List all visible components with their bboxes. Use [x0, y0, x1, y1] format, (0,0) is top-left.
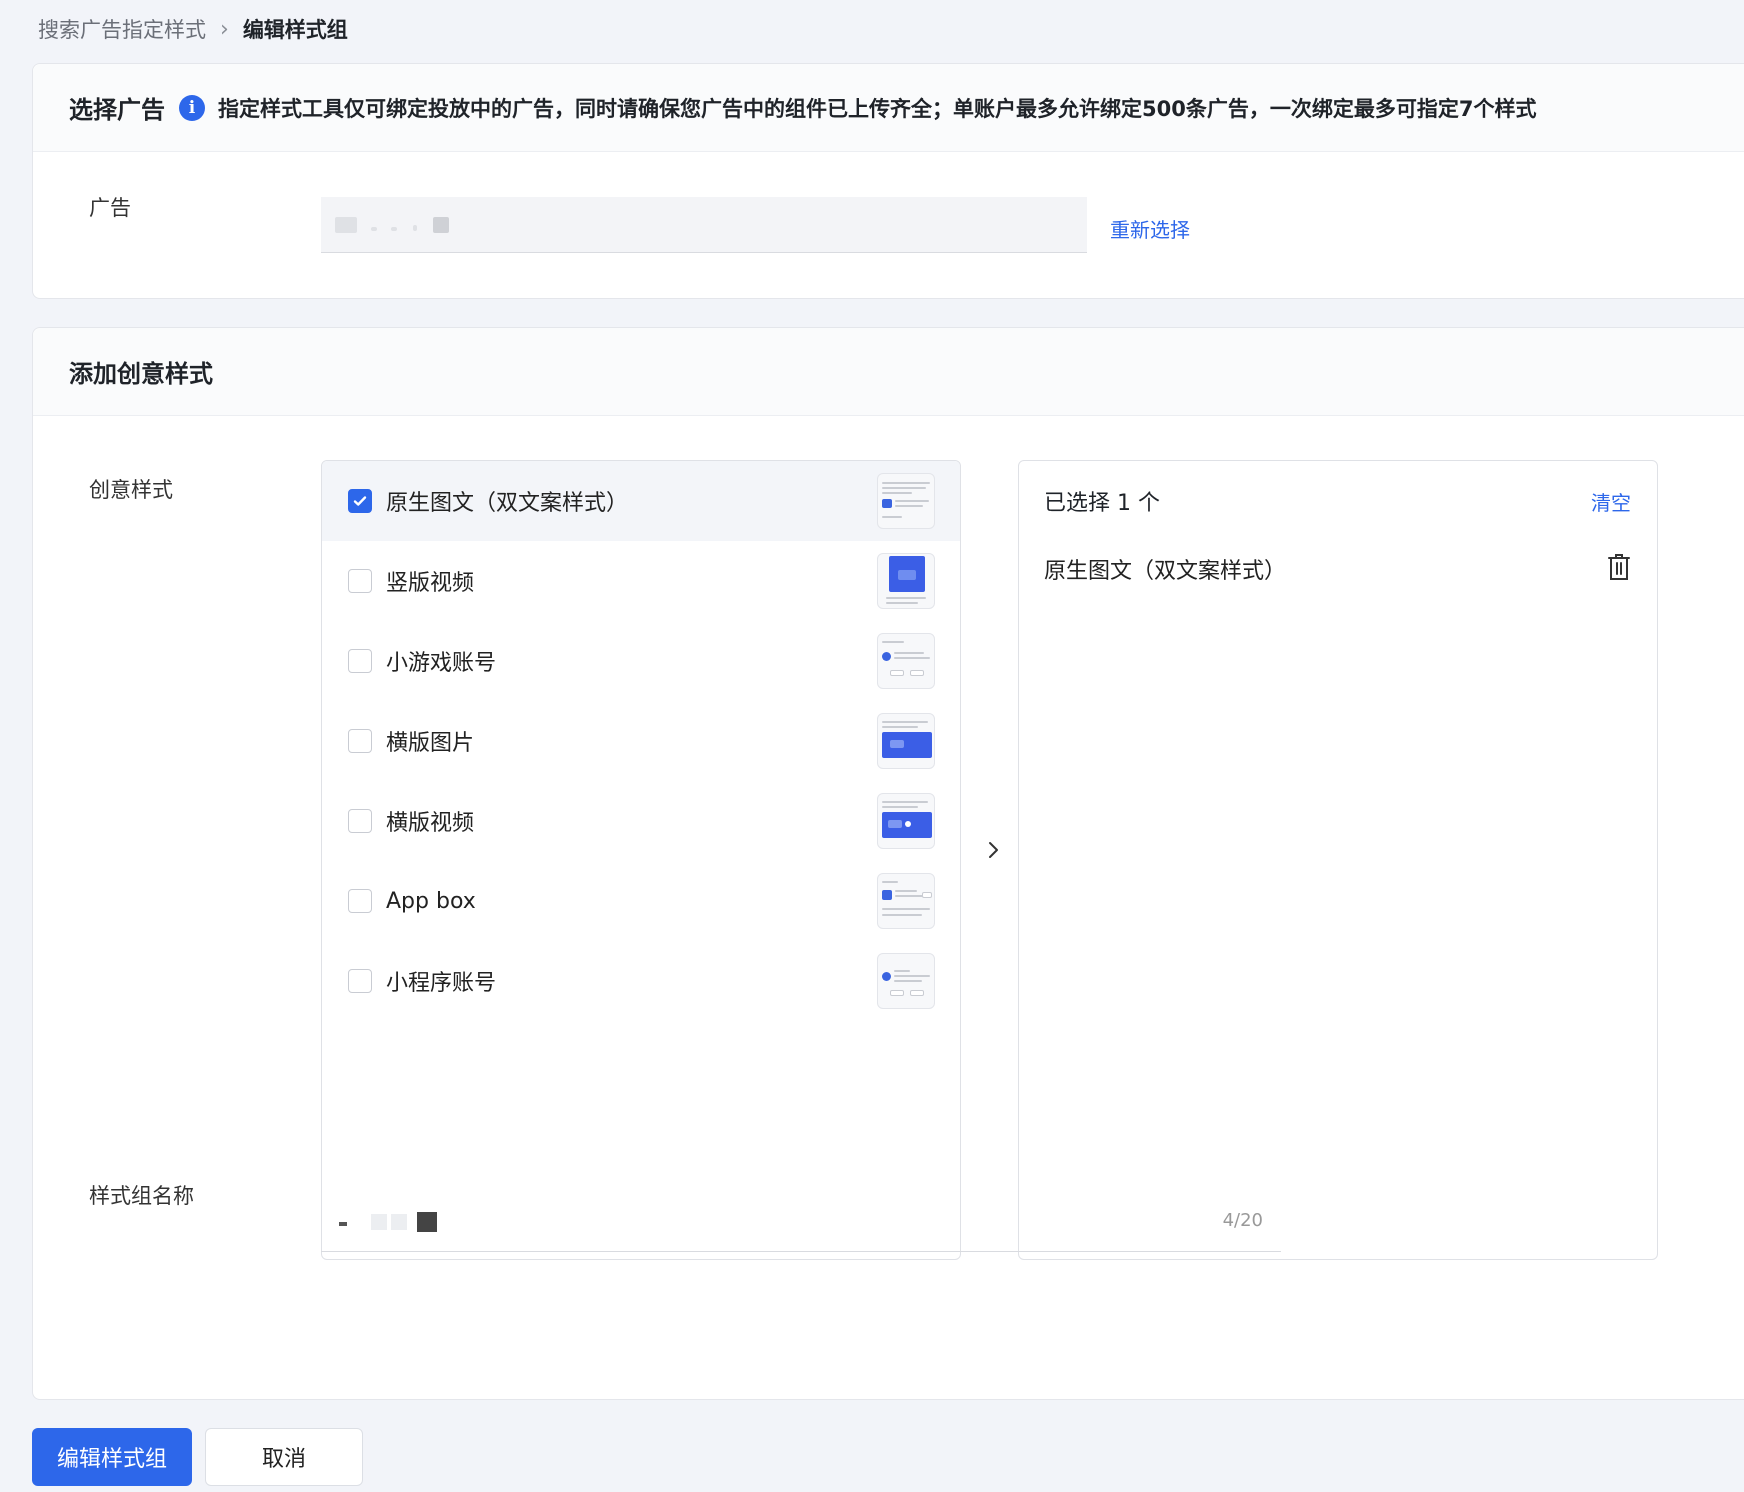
- redacted-text: [335, 217, 357, 233]
- breadcrumb: 搜索广告指定样式 › 编辑样式组: [38, 14, 348, 44]
- style-option[interactable]: 横版图片: [322, 701, 960, 781]
- style-option-label: App box: [386, 888, 476, 914]
- style-option[interactable]: 横版视频: [322, 781, 960, 861]
- cancel-button[interactable]: 取消: [205, 1428, 363, 1486]
- redacted-text: [371, 1214, 387, 1230]
- checkbox[interactable]: [348, 729, 372, 753]
- redacted-text: [417, 1212, 437, 1232]
- char-counter: 4/20: [1222, 1210, 1263, 1231]
- selected-styles-panel: 已选择 1 个 清空 原生图文（双文案样式）: [1018, 460, 1658, 1260]
- style-option[interactable]: 竖版视频: [322, 541, 960, 621]
- checkbox[interactable]: [348, 969, 372, 993]
- style-option-label: 原生图文（双文案样式）: [386, 491, 629, 516]
- redacted-text: [391, 227, 397, 231]
- clear-button[interactable]: 清空: [1591, 487, 1631, 516]
- mini-game-account-thumbnail-icon: [877, 633, 935, 689]
- select-ad-header: 选择广告 i 指定样式工具仅可绑定投放中的广告，同时请确保您广告中的组件已上传齐…: [33, 64, 1744, 152]
- edit-style-group-button[interactable]: 编辑样式组: [32, 1428, 192, 1486]
- style-option[interactable]: App box: [322, 861, 960, 941]
- style-option[interactable]: 小程序账号: [322, 941, 960, 1021]
- selected-item-label: 原生图文（双文案样式）: [1044, 559, 1287, 584]
- selected-count: 已选择 1 个: [1044, 491, 1160, 516]
- redacted-text: [433, 217, 449, 233]
- style-option[interactable]: 原生图文（双文案样式）: [322, 461, 960, 541]
- breadcrumb-parent[interactable]: 搜索广告指定样式: [38, 14, 206, 44]
- creative-style-header: 添加创意样式: [33, 328, 1744, 416]
- checkbox[interactable]: [348, 649, 372, 673]
- native-text-image-thumbnail-icon: [877, 473, 935, 529]
- check-icon: [353, 496, 367, 506]
- style-option-label: 竖版视频: [386, 571, 475, 596]
- style-option-label: 小程序账号: [386, 971, 497, 996]
- creative-style-title: 添加创意样式: [69, 360, 213, 388]
- creative-style-label: 创意样式: [89, 478, 173, 502]
- reselect-link[interactable]: 重新选择: [1110, 214, 1190, 243]
- group-name-input[interactable]: 4/20: [321, 1188, 1281, 1252]
- redacted-text: [371, 227, 377, 231]
- horizontal-image-thumbnail-icon: [877, 713, 935, 769]
- breadcrumb-current: 编辑样式组: [242, 18, 348, 42]
- info-icon: i: [179, 94, 205, 121]
- mini-program-account-thumbnail-icon: [877, 953, 935, 1009]
- checkbox[interactable]: [348, 889, 372, 913]
- checkbox[interactable]: [348, 569, 372, 593]
- style-options-panel: 原生图文（双文案样式） 竖版视频 小游戏账号 横版图片 横版视频 App box…: [321, 460, 961, 1260]
- select-ad-notice: 指定样式工具仅可绑定投放中的广告，同时请确保您广告中的组件已上传齐全；单账户最多…: [218, 96, 1537, 121]
- app-box-thumbnail-icon: [877, 873, 935, 929]
- ad-display-field: [321, 197, 1087, 253]
- chevron-right-icon[interactable]: [981, 838, 1005, 862]
- creative-style-card: 添加创意样式 创意样式 原生图文（双文案样式） 竖版视频 小游戏账号 横版图片 …: [32, 327, 1744, 1400]
- ad-label: 广告: [89, 196, 131, 220]
- vertical-video-thumbnail-icon: [877, 553, 935, 609]
- style-option-label: 横版图片: [386, 731, 475, 756]
- horizontal-video-thumbnail-icon: [877, 793, 935, 849]
- group-name-label: 样式组名称: [89, 1184, 194, 1208]
- select-ad-card: 选择广告 i 指定样式工具仅可绑定投放中的广告，同时请确保您广告中的组件已上传齐…: [32, 63, 1744, 299]
- trash-icon[interactable]: [1607, 553, 1631, 581]
- redacted-text: [413, 225, 417, 231]
- checkbox-checked[interactable]: [348, 489, 372, 513]
- style-option-label: 小游戏账号: [386, 651, 497, 676]
- select-ad-title: 选择广告: [69, 96, 165, 124]
- style-option-label: 横版视频: [386, 811, 475, 836]
- style-option[interactable]: 小游戏账号: [322, 621, 960, 701]
- chevron-right-icon: ›: [220, 16, 229, 42]
- checkbox[interactable]: [348, 809, 372, 833]
- redacted-text: [391, 1214, 407, 1230]
- redacted-text: [339, 1222, 347, 1226]
